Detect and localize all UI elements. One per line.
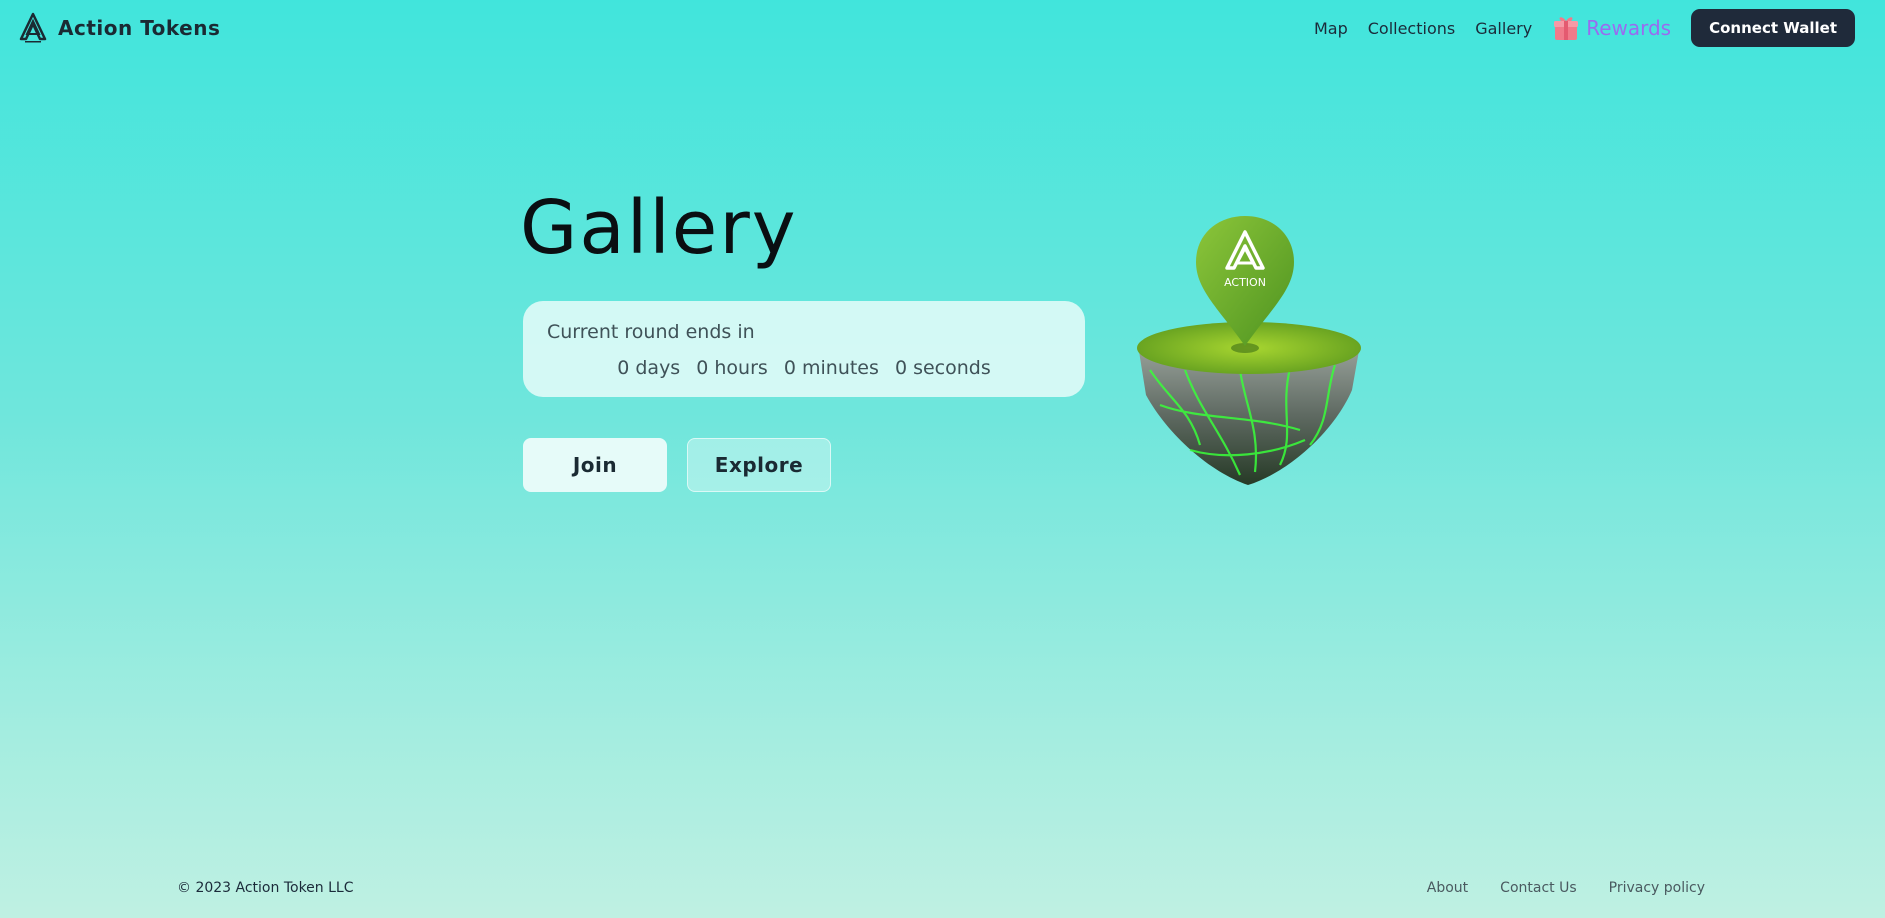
top-nav-bar: Action Tokens Map Collections Gallery Re… [0,0,1885,58]
round-label: Current round ends in [547,321,755,343]
nav-link-gallery[interactable]: Gallery [1475,19,1532,38]
join-button[interactable]: Join [523,438,667,492]
gift-icon [1554,17,1579,40]
page-title: Gallery [520,185,798,271]
footer-link-contact[interactable]: Contact Us [1500,880,1576,896]
footer-link-privacy[interactable]: Privacy policy [1609,880,1705,896]
round-countdown-card: Current round ends in 0 days 0 hours 0 m… [523,301,1085,397]
countdown-hours: 0 hours [696,357,768,379]
brand-name: Action Tokens [58,16,221,40]
action-logo-icon [19,12,47,43]
brand-home-link[interactable]: Action Tokens [18,12,220,44]
countdown-days: 0 days [617,357,681,379]
footer-links: About Contact Us Privacy policy [1427,880,1705,896]
floating-island-map-pin-icon: ACTION [1137,216,1361,485]
countdown-timer: 0 days 0 hours 0 minutes 0 seconds [523,357,1085,379]
footer-link-about[interactable]: About [1427,880,1468,896]
main-nav: Map Collections Gallery Rewards Connect … [1314,9,1855,47]
nav-link-rewards[interactable]: Rewards [1552,14,1671,42]
pin-text: ACTION [1224,276,1266,289]
countdown-seconds: 0 seconds [894,357,991,379]
nav-link-map[interactable]: Map [1314,19,1348,38]
rewards-label: Rewards [1586,16,1672,40]
explore-button[interactable]: Explore [687,438,831,492]
connect-wallet-button[interactable]: Connect Wallet [1691,9,1855,47]
countdown-minutes: 0 minutes [783,357,879,379]
nav-link-collections[interactable]: Collections [1368,19,1455,38]
copyright-text: © 2023 Action Token LLC [177,880,354,896]
footer: © 2023 Action Token LLC About Contact Us… [0,880,1885,902]
